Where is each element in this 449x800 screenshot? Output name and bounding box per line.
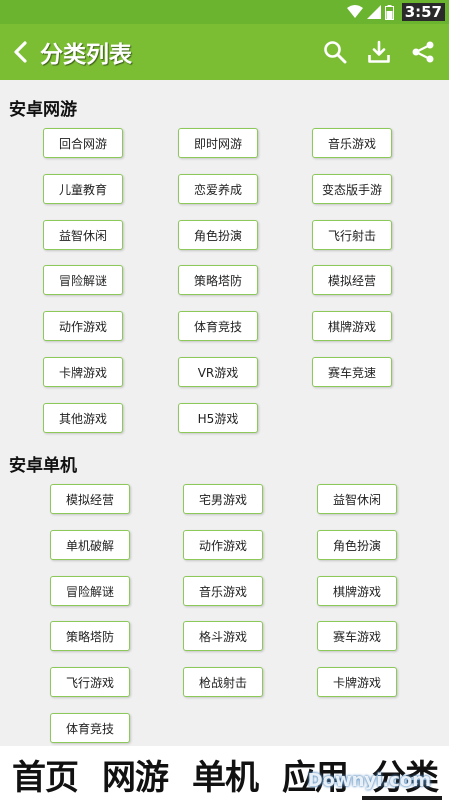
wifi-icon (346, 5, 363, 18)
category-tag[interactable]: 冒险解谜 (50, 576, 130, 606)
search-button[interactable] (313, 24, 357, 80)
category-tag[interactable]: 儿童教育 (43, 174, 123, 204)
category-tag[interactable]: 枪战射击 (183, 667, 263, 697)
category-tag[interactable]: 益智休闲 (43, 220, 123, 250)
category-tag[interactable]: 恋爱养成 (178, 174, 258, 204)
category-tag[interactable]: 回合网游 (43, 128, 123, 158)
category-tag[interactable]: 动作游戏 (183, 530, 263, 560)
download-button[interactable] (357, 24, 401, 80)
category-tag[interactable]: 飞行游戏 (50, 667, 130, 697)
page-title: 分类列表 (40, 42, 132, 68)
category-tag[interactable]: 体育竞技 (178, 311, 258, 341)
category-tag[interactable]: 卡牌游戏 (43, 357, 123, 387)
category-tag[interactable]: 角色扮演 (178, 220, 258, 250)
clock: 3:57 (401, 3, 445, 21)
category-tag[interactable]: 棋牌游戏 (312, 311, 392, 341)
category-tag[interactable]: 体育竞技 (50, 713, 130, 743)
category-tag[interactable]: 棋牌游戏 (317, 576, 397, 606)
section-title-single: 安卓单机 (9, 456, 77, 476)
category-tag[interactable]: 益智休闲 (317, 484, 397, 514)
status-icons: 3:57 (346, 3, 445, 21)
category-tag[interactable]: 动作游戏 (43, 311, 123, 341)
category-tag[interactable]: 卡牌游戏 (317, 667, 397, 697)
category-tag[interactable]: 策略塔防 (50, 621, 130, 651)
category-tag[interactable]: 宅男游戏 (183, 484, 263, 514)
category-tag[interactable]: 策略塔防 (178, 265, 258, 295)
category-tag[interactable]: 飞行射击 (312, 220, 392, 250)
nav-tab[interactable]: 首页 (6, 750, 84, 799)
category-tag[interactable]: 赛车竞速 (312, 357, 392, 387)
category-tag[interactable]: 单机破解 (50, 530, 130, 560)
category-tag[interactable]: VR游戏 (178, 357, 258, 387)
search-icon (324, 41, 347, 64)
category-tag[interactable]: 即时网游 (178, 128, 258, 158)
category-tag[interactable]: 角色扮演 (317, 530, 397, 560)
category-tag[interactable]: 其他游戏 (43, 403, 123, 433)
active-tab-indicator (362, 796, 442, 800)
category-tag[interactable]: 变态版手游 (312, 174, 392, 204)
category-tag[interactable]: 格斗游戏 (183, 621, 263, 651)
category-tag[interactable]: 模拟经营 (312, 265, 392, 295)
category-tag[interactable]: 赛车游戏 (317, 621, 397, 651)
category-tag[interactable]: 冒险解谜 (43, 265, 123, 295)
nav-tab[interactable]: 单机 (186, 750, 264, 799)
category-tag[interactable]: 音乐游戏 (183, 576, 263, 606)
chevron-left-icon (14, 41, 27, 63)
share-icon (412, 41, 434, 63)
category-tag[interactable]: 音乐游戏 (312, 128, 392, 158)
signal-icon (366, 5, 381, 19)
app-bar: 分类列表 (0, 24, 449, 80)
watermark: Downyi.com (307, 770, 431, 791)
status-bar: 3:57 (0, 0, 449, 24)
section-title-online: 安卓网游 (9, 100, 77, 120)
battery-icon (384, 4, 394, 20)
download-icon (368, 40, 390, 63)
category-tag[interactable]: H5游戏 (178, 403, 258, 433)
category-tag[interactable]: 模拟经营 (50, 484, 130, 514)
nav-tab[interactable]: 网游 (96, 750, 174, 799)
share-button[interactable] (401, 24, 445, 80)
back-button[interactable] (2, 24, 38, 80)
